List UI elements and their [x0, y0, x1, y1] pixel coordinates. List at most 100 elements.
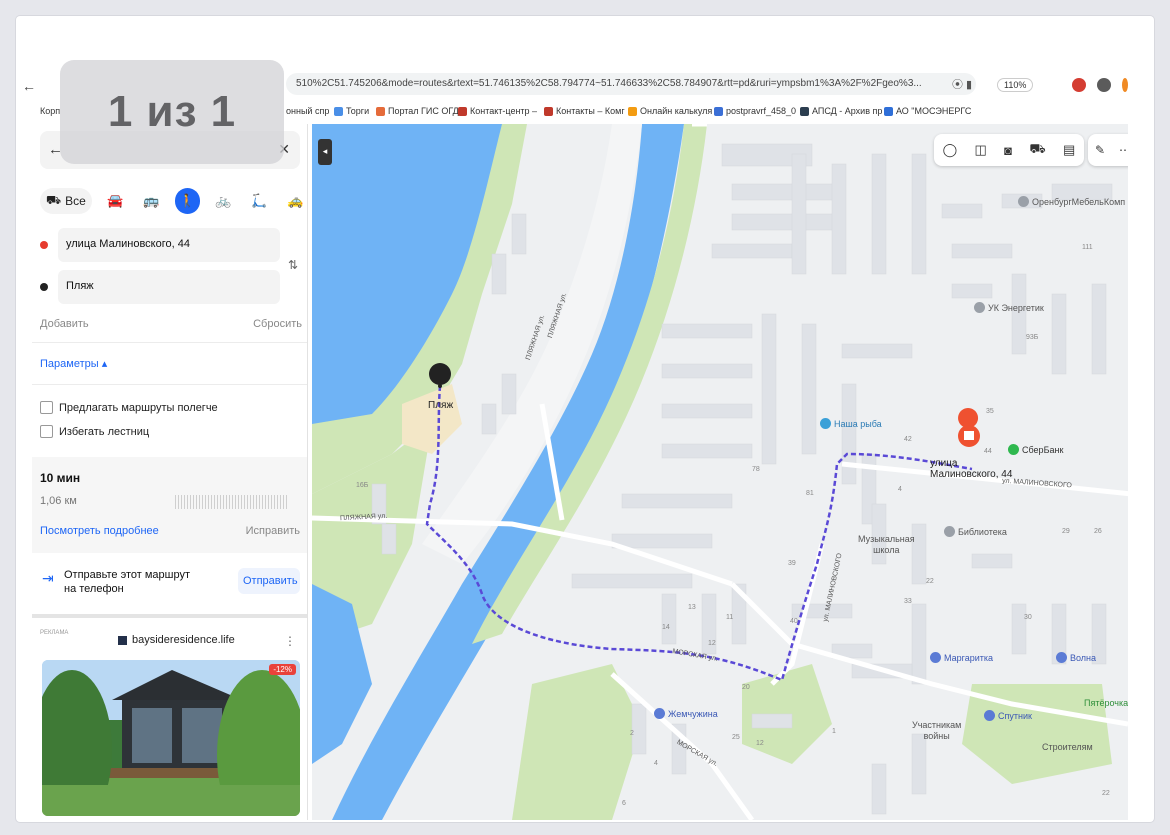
add-point-link[interactable]: Добавить — [40, 318, 89, 330]
poi-sputnik[interactable]: Спутник — [984, 710, 1032, 721]
poi-margaritka[interactable]: Маргаритка — [930, 652, 993, 663]
advertisement[interactable]: РЕКЛАМА baysideresidence.life ⋮ -12% — [40, 626, 302, 816]
kindergarten-icon — [984, 710, 995, 721]
photo-frame: ← 510%2C51.745206&mode=routes&rtext=51.7… — [0, 0, 1170, 835]
bus-icon[interactable]: 🚌 — [139, 188, 164, 214]
poi-stroitelyam[interactable]: Строителям — [1042, 742, 1093, 752]
car-icon[interactable]: 🚘 — [103, 188, 128, 214]
extension-icon[interactable] — [1122, 78, 1128, 92]
bookmark-item[interactable]: Корп — [40, 106, 60, 116]
more-icon[interactable]: ⋮ — [284, 634, 296, 648]
collapse-panel-button[interactable]: ◂ — [318, 139, 332, 165]
divider — [32, 384, 307, 385]
ad-image[interactable]: -12% — [42, 660, 300, 816]
traffic-icon[interactable]: ◯ — [943, 142, 958, 158]
details-link[interactable]: Посмотреть подробнее — [40, 525, 159, 537]
camera-icon[interactable]: ◙ — [1004, 143, 1012, 158]
bookmark-icon — [628, 106, 637, 116]
fix-link[interactable]: Исправить — [246, 525, 300, 537]
route-result-card[interactable]: 10 мин 1,06 км Посмотреть подробнее Испр… — [32, 457, 307, 553]
kindergarten-icon — [1056, 652, 1067, 663]
panorama-icon[interactable]: ◫ — [975, 142, 987, 158]
scooter-icon[interactable]: 🛴 — [247, 188, 272, 214]
house-number: 14 — [662, 624, 670, 631]
zoom-indicator[interactable]: 110% — [997, 78, 1034, 92]
kindergarten-icon — [654, 708, 665, 719]
ruler-icon[interactable]: ✎ — [1095, 143, 1105, 157]
to-input[interactable]: Пляж — [58, 270, 280, 304]
bookmark-item[interactable]: Онлайн калькуля — [628, 106, 712, 116]
location-bookmark-icons[interactable]: ⦿ ▮ — [952, 76, 972, 92]
house-number: 111 — [1082, 244, 1093, 251]
kindergarten-icon — [930, 652, 941, 663]
checkbox[interactable] — [40, 401, 53, 414]
poi-biblioteka[interactable]: Библиотека — [944, 526, 1007, 537]
poi-orenburg[interactable]: ОренбургМебельКомп — [1018, 196, 1125, 207]
bookmark-item[interactable]: Контакт-центр – — [458, 106, 537, 116]
house-number: 22 — [926, 578, 934, 585]
route-panel: ← ✕ ⛟ Все 🚘 🚌 🚶 🚲 🛴 🚕 улица Малиновского… — [32, 124, 308, 820]
poi-zhemchuzhina[interactable]: Жемчужина — [654, 708, 718, 719]
house-number: 13 — [688, 604, 696, 611]
house-number: 11 — [726, 614, 734, 621]
house-number: 42 — [904, 436, 912, 443]
params-toggle[interactable]: Параметры ▴ — [40, 357, 107, 370]
extension-icon[interactable] — [1097, 78, 1111, 92]
poi-nasha-ryba[interactable]: Наша рыба — [820, 418, 882, 429]
bookmark-item[interactable]: postpravrf_458_0 — [714, 106, 796, 116]
reset-link[interactable]: Сбросить — [253, 318, 302, 330]
bookmark-icon — [334, 106, 343, 116]
bookmark-item[interactable]: онный спр — [286, 106, 329, 116]
more-icon[interactable]: ⋯ — [1119, 143, 1128, 157]
route-time: 10 мин — [40, 471, 81, 485]
ad-site[interactable]: baysideresidence.life — [118, 634, 235, 646]
poi-volna[interactable]: Волна — [1056, 652, 1096, 663]
house-number: 26 — [1094, 528, 1102, 535]
bookmark-item[interactable]: Контакты – Комг — [544, 106, 625, 116]
house-number: 93Б — [1026, 334, 1039, 341]
swap-points-icon[interactable]: ⇅ — [288, 258, 298, 272]
bookmark-item[interactable]: АПСД - Архив пр — [800, 106, 882, 116]
taxi-icon[interactable]: 🚕 — [283, 188, 307, 214]
route-point-from: улица Малиновского, 44 — [40, 228, 280, 262]
point-actions: Добавить Сбросить — [40, 318, 302, 330]
poi-icon — [974, 302, 985, 313]
destination-label[interactable]: улица Малиновского, 44 — [930, 458, 1012, 480]
send-button[interactable]: Отправить — [238, 568, 300, 594]
address-bar[interactable]: 510%2C51.745206&mode=routes&rtext=51.746… — [286, 73, 976, 95]
checkbox[interactable] — [40, 425, 53, 438]
bookmark-item[interactable]: Портал ГИС ОГД — [376, 106, 459, 116]
house-number: 6 — [622, 800, 626, 807]
poi-uchastnikam[interactable]: Участникам войны — [912, 720, 961, 742]
option-avoid-stairs[interactable]: Избегать лестниц — [40, 425, 149, 438]
poi-music-school[interactable]: Музыкальная школа — [858, 534, 915, 556]
shop-icon — [820, 418, 831, 429]
ad-label: РЕКЛАМА — [40, 630, 69, 636]
option-easier-routes[interactable]: Предлагать маршруты полегче — [40, 401, 218, 414]
send-text: Отправьте этот маршрут на телефон — [64, 569, 191, 595]
bank-icon — [1008, 444, 1019, 455]
map-view[interactable]: ◂ ◯ ◫ ◙ ⛟ ▤ ✎ ⋯ Пляж улица Малиновского,… — [312, 124, 1128, 820]
transport-icon[interactable]: ⛟ — [1029, 141, 1045, 159]
mode-all-button[interactable]: ⛟ Все — [40, 188, 92, 214]
extension-icon[interactable] — [1072, 78, 1086, 92]
walking-icon[interactable]: 🚶 — [174, 188, 200, 214]
site-favicon-icon — [118, 635, 127, 645]
house-number: 1 — [832, 728, 836, 735]
poi-pyaterochka[interactable]: Пятёрочка — [1084, 698, 1128, 708]
layers-icon[interactable]: ▤ — [1063, 142, 1075, 158]
bookmark-item[interactable]: АО "МОСЭНЕРГС — [884, 106, 971, 116]
bookmark-item[interactable]: Торги — [334, 106, 369, 116]
bike-icon[interactable]: 🚲 — [211, 188, 236, 214]
poi-uk[interactable]: УК Энергетик — [974, 302, 1044, 313]
map-layers-toolbar: ◯ ◫ ◙ ⛟ ▤ — [934, 134, 1084, 166]
bookmark-icon — [714, 106, 723, 116]
poi-sberbank[interactable]: СберБанк — [1008, 444, 1063, 455]
house-number: 2 — [630, 730, 634, 737]
back-arrow-icon[interactable]: ← — [22, 78, 36, 94]
beach-label[interactable]: Пляж — [428, 400, 453, 411]
from-input[interactable]: улица Малиновского, 44 — [58, 228, 280, 262]
house-number: 81 — [806, 490, 814, 497]
elevation-profile — [175, 495, 287, 509]
send-to-phone: ⇥ Отправьте этот маршрут на телефон Отпр… — [32, 556, 307, 608]
